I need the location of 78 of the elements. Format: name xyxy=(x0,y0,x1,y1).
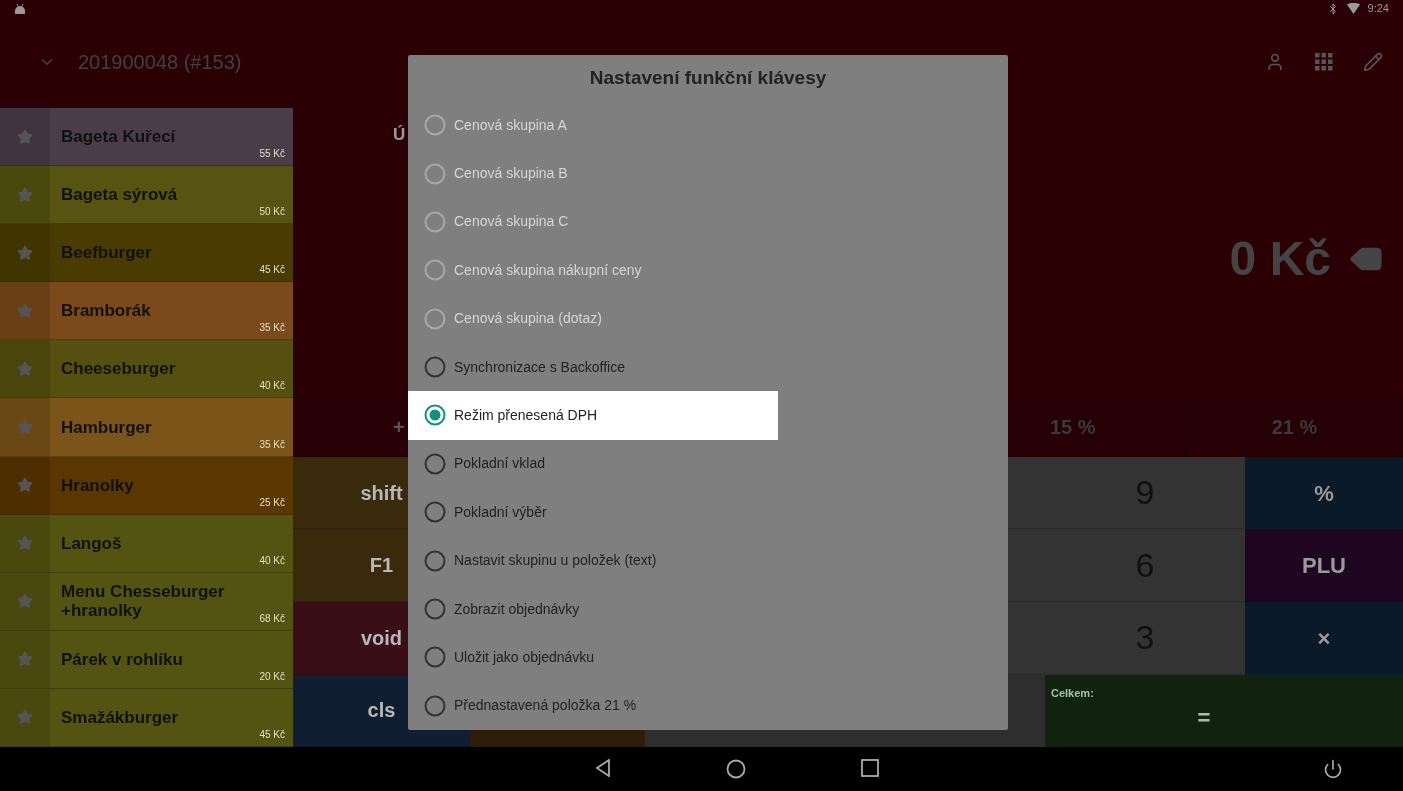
radio-button[interactable] xyxy=(424,452,446,475)
user-icon[interactable] xyxy=(1265,52,1285,73)
android-icon xyxy=(14,2,26,15)
product-price: 50 Kč xyxy=(259,205,285,220)
product-tile[interactable]: Párek v rohlíku 20 Kč xyxy=(0,630,293,689)
star-icon[interactable] xyxy=(17,128,33,145)
total-button[interactable]: Celkem: = xyxy=(1045,674,1403,747)
product-price: 20 Kč xyxy=(259,669,285,684)
operator-key[interactable]: × xyxy=(1245,602,1403,675)
back-icon[interactable] xyxy=(594,759,611,777)
star-icon[interactable] xyxy=(17,244,33,261)
product-name: Hamburger xyxy=(61,417,153,437)
option-label: Cenová skupina nákupní ceny xyxy=(454,260,642,280)
product-name: Bageta Kuřecí xyxy=(61,127,177,147)
wifi-icon xyxy=(1346,3,1360,14)
product-tile[interactable]: Beefburger 45 Kč xyxy=(0,224,293,283)
product-tile[interactable]: Smažákburger 45 Kč xyxy=(0,688,293,747)
option-label: Cenová skupina B xyxy=(454,164,568,183)
star-icon[interactable] xyxy=(17,186,33,203)
star-icon[interactable] xyxy=(17,709,33,726)
option-row[interactable]: Režim přenesená DPH xyxy=(408,391,778,440)
product-name: Menu Chesseburger +hranolky xyxy=(61,582,226,621)
option-label: Režim přenesená DPH xyxy=(454,405,598,425)
product-price: 40 Kč xyxy=(259,379,285,394)
option-row[interactable]: Synchronizace s Backoffice xyxy=(408,342,1008,392)
star-icon[interactable] xyxy=(17,302,33,319)
pencil-icon[interactable] xyxy=(1363,52,1383,73)
product-tile[interactable]: Bageta sýrová 50 Kč xyxy=(0,166,293,225)
product-tile[interactable]: Cheeseburger 40 Kč xyxy=(0,340,293,399)
product-name: Párek v rohlíku xyxy=(61,649,184,669)
product-name: Hranolky xyxy=(61,475,135,495)
product-name: Smažákburger xyxy=(61,707,180,727)
star-icon[interactable] xyxy=(17,651,33,668)
product-tile[interactable]: Hranolky 25 Kč xyxy=(0,456,293,515)
product-price: 40 Kč xyxy=(259,553,285,568)
dialog-title: Nastavení funkční klávesy xyxy=(589,65,827,90)
product-price: 45 Kč xyxy=(259,728,285,742)
operator-key[interactable]: PLU xyxy=(1245,529,1403,602)
recents-icon[interactable] xyxy=(860,759,879,777)
account-label: Ú xyxy=(393,124,406,146)
product-name: Beefburger xyxy=(61,243,153,263)
product-tile[interactable]: Hamburger 35 Kč xyxy=(0,398,293,457)
star-icon[interactable] xyxy=(17,593,33,610)
option-label: Cenová skupina (dotaz) xyxy=(454,309,602,329)
radio-button[interactable] xyxy=(424,646,446,669)
product-name: Langoš xyxy=(61,533,123,553)
radio-button[interactable] xyxy=(424,501,446,524)
star-icon[interactable] xyxy=(17,419,33,435)
option-label: Synchronizace s Backoffice xyxy=(454,357,625,377)
product-price: 35 Kč xyxy=(259,437,285,452)
operator-key[interactable]: % xyxy=(1245,457,1403,530)
product-tile[interactable]: Bramborák 35 Kč xyxy=(0,282,293,341)
star-icon[interactable] xyxy=(17,477,33,494)
product-price: 55 Kč xyxy=(259,147,285,162)
product-tile[interactable]: Langoš 40 Kč xyxy=(0,514,293,573)
product-name: Bageta sýrová xyxy=(61,185,179,205)
product-price: 25 Kč xyxy=(259,495,285,510)
product-tile[interactable]: Menu Chesseburger +hranolky 68 Kč xyxy=(0,572,293,631)
option-label: Cenová skupina C xyxy=(454,212,569,232)
option-label: Cenová skupina A xyxy=(454,115,567,135)
grid-icon[interactable] xyxy=(1315,53,1333,72)
radio-button[interactable] xyxy=(424,549,446,572)
star-icon[interactable] xyxy=(17,360,33,377)
product-price: 68 Kč xyxy=(259,611,285,626)
amount-total: 0 Kč xyxy=(1229,231,1331,287)
radio-button[interactable] xyxy=(424,694,446,717)
power-icon[interactable] xyxy=(1323,759,1343,779)
product-price: 45 Kč xyxy=(259,263,285,278)
product-name: Bramborák xyxy=(61,301,152,321)
home-icon[interactable] xyxy=(725,759,746,779)
radio-button[interactable] xyxy=(424,404,446,427)
radio-button[interactable] xyxy=(424,598,446,620)
star-icon[interactable] xyxy=(17,535,33,552)
product-price: 35 Kč xyxy=(259,321,285,336)
radio-button[interactable] xyxy=(424,356,446,379)
product-tile[interactable]: Bageta Kuřecí 55 Kč xyxy=(0,108,293,167)
clock-time: 9:24 xyxy=(1367,1,1389,17)
product-name: Cheeseburger xyxy=(61,359,177,379)
